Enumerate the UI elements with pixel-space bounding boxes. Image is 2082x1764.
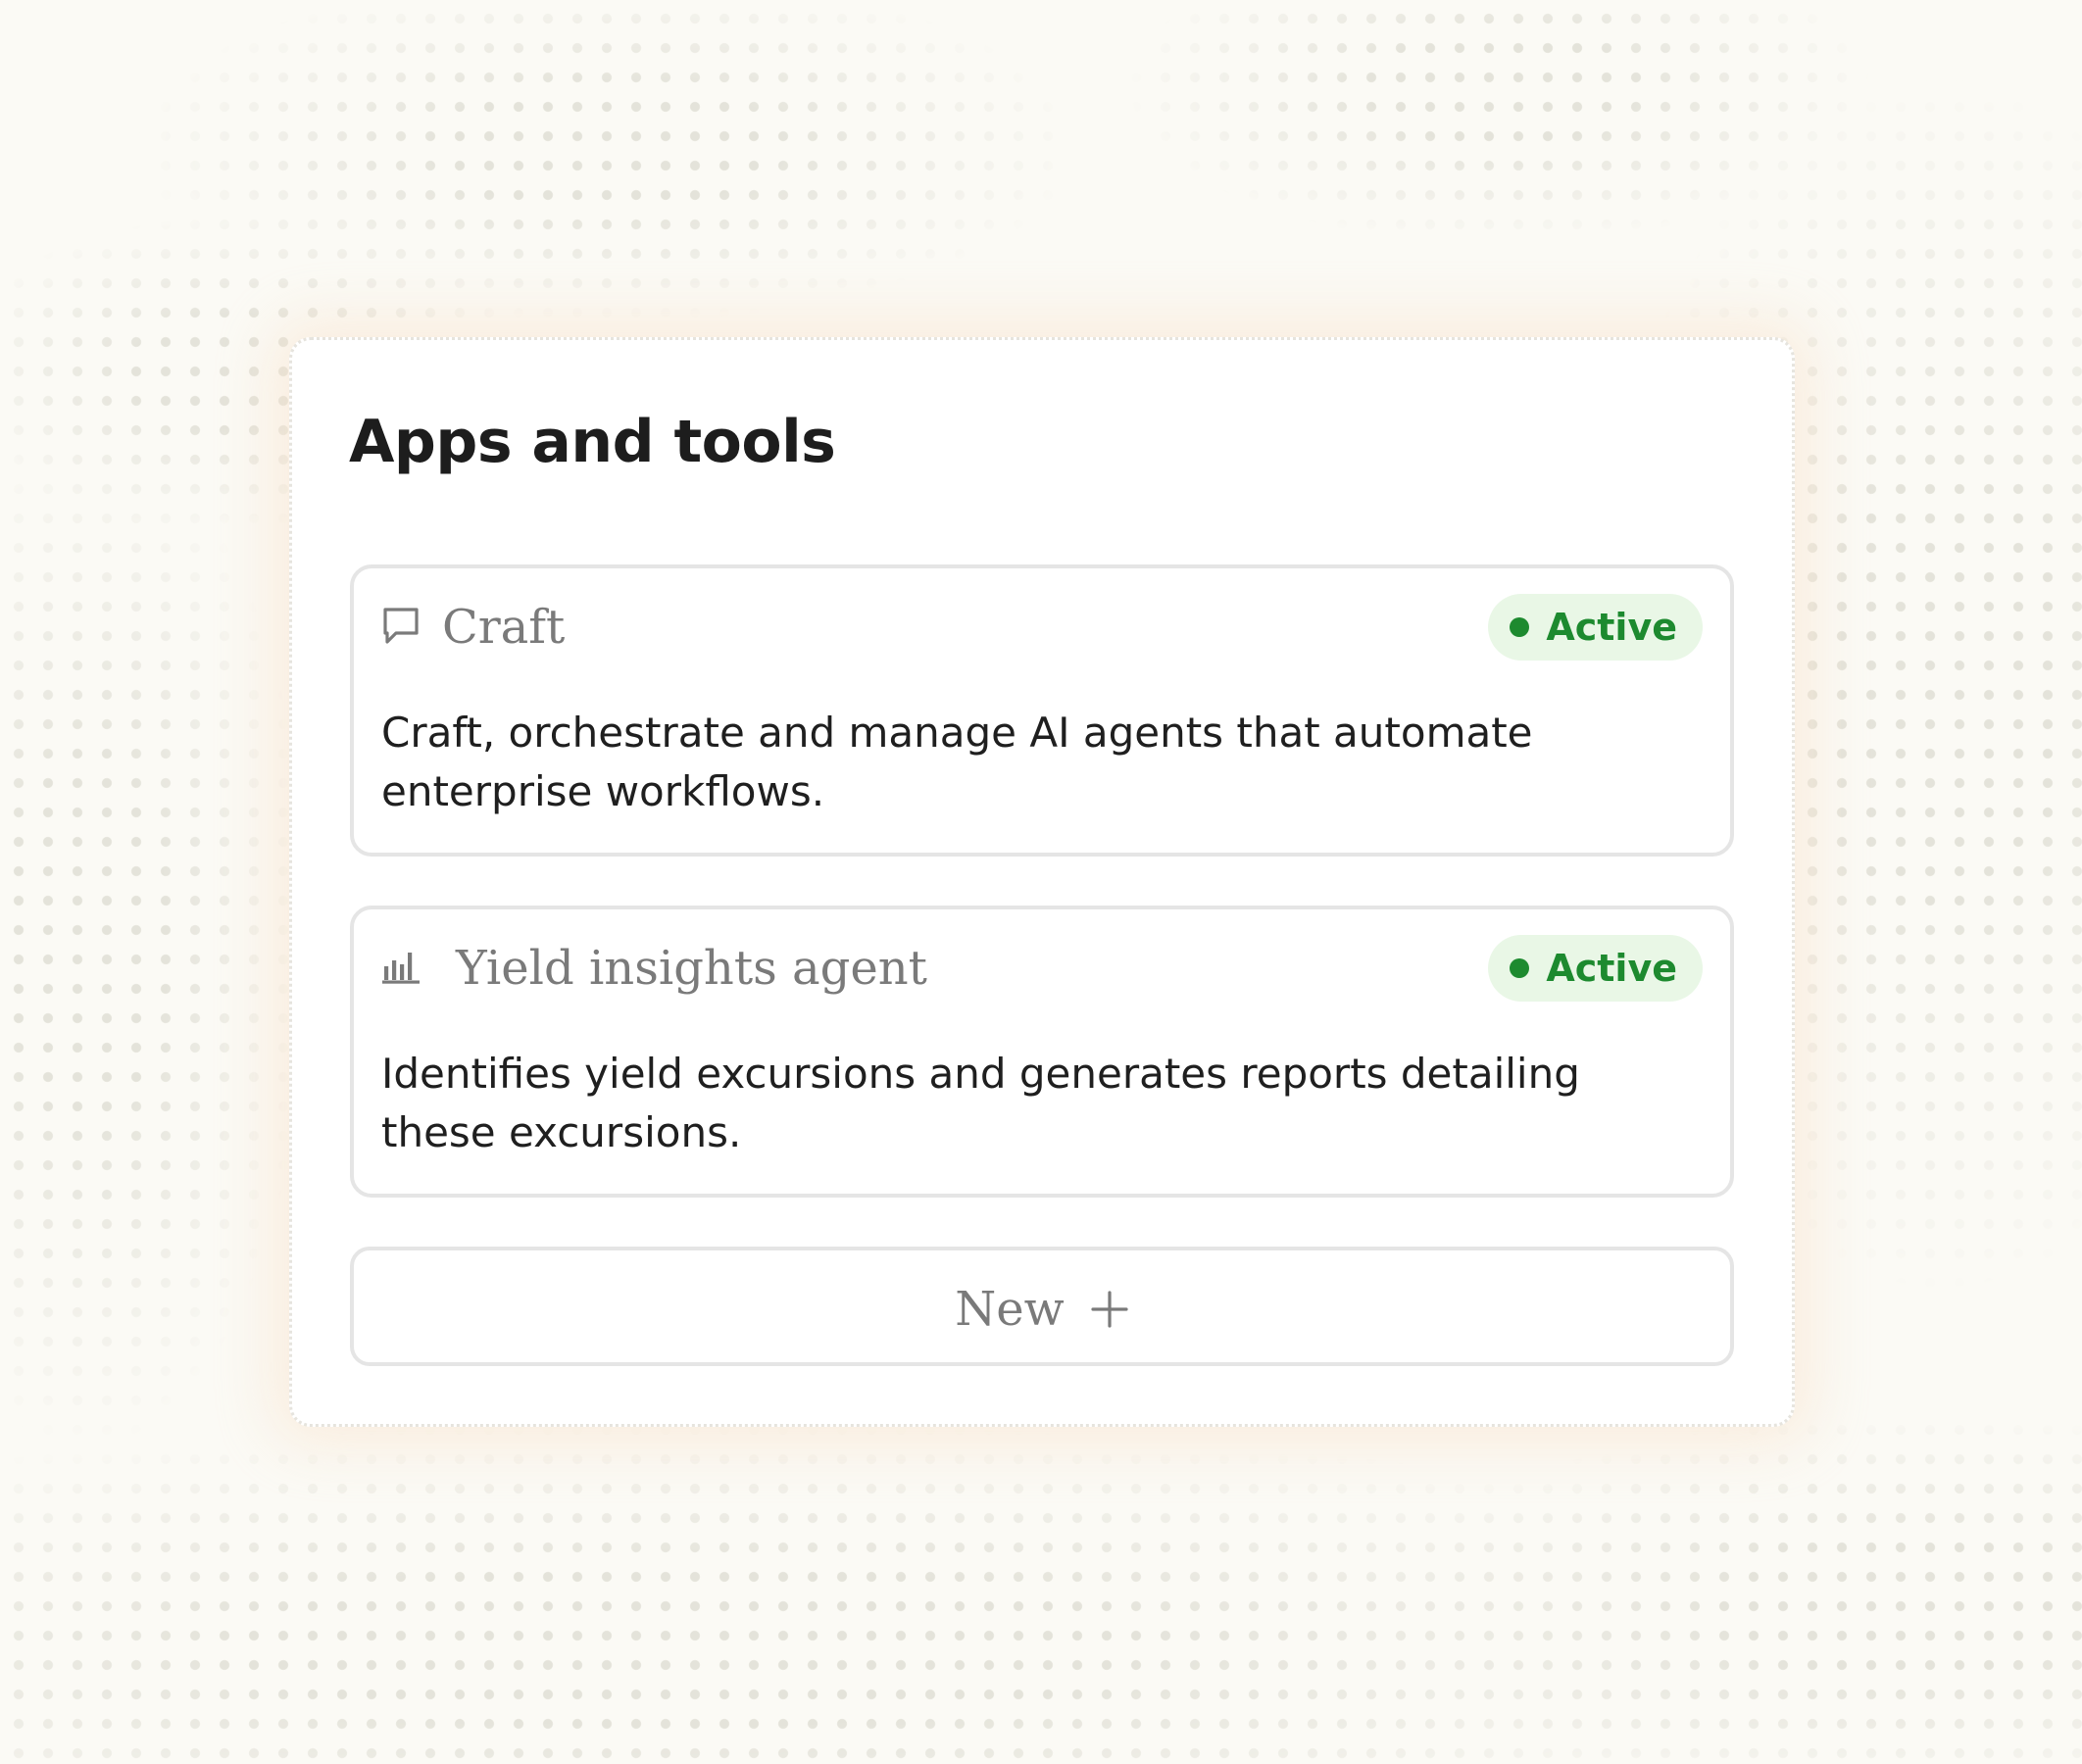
status-dot-icon [1510, 617, 1530, 637]
status-badge: Active [1488, 594, 1703, 661]
status-badge: Active [1488, 935, 1703, 1002]
bar-chart-icon [381, 947, 421, 986]
apps-and-tools-panel: Apps and tools Craft Active Craft, orche… [289, 337, 1795, 1427]
new-app-button[interactable]: New [350, 1247, 1734, 1366]
app-description: Craft, orchestrate and manage AI agents … [381, 709, 1533, 815]
chat-bubble-icon [381, 606, 421, 645]
status-label: Active [1546, 947, 1677, 990]
app-name: Craft [442, 600, 566, 655]
app-card-yield-insights-agent[interactable]: Yield insights agent Active Identifies y… [350, 906, 1734, 1198]
app-card-craft[interactable]: Craft Active Craft, orchestrate and mana… [350, 564, 1734, 857]
new-button-label: New [955, 1282, 1065, 1337]
app-name: Yield insights agent [456, 941, 927, 996]
panel-title: Apps and tools [349, 408, 836, 476]
plus-icon [1090, 1290, 1129, 1329]
app-description: Identifies yield excursions and generate… [381, 1050, 1580, 1156]
status-dot-icon [1510, 958, 1530, 978]
status-label: Active [1546, 606, 1677, 649]
